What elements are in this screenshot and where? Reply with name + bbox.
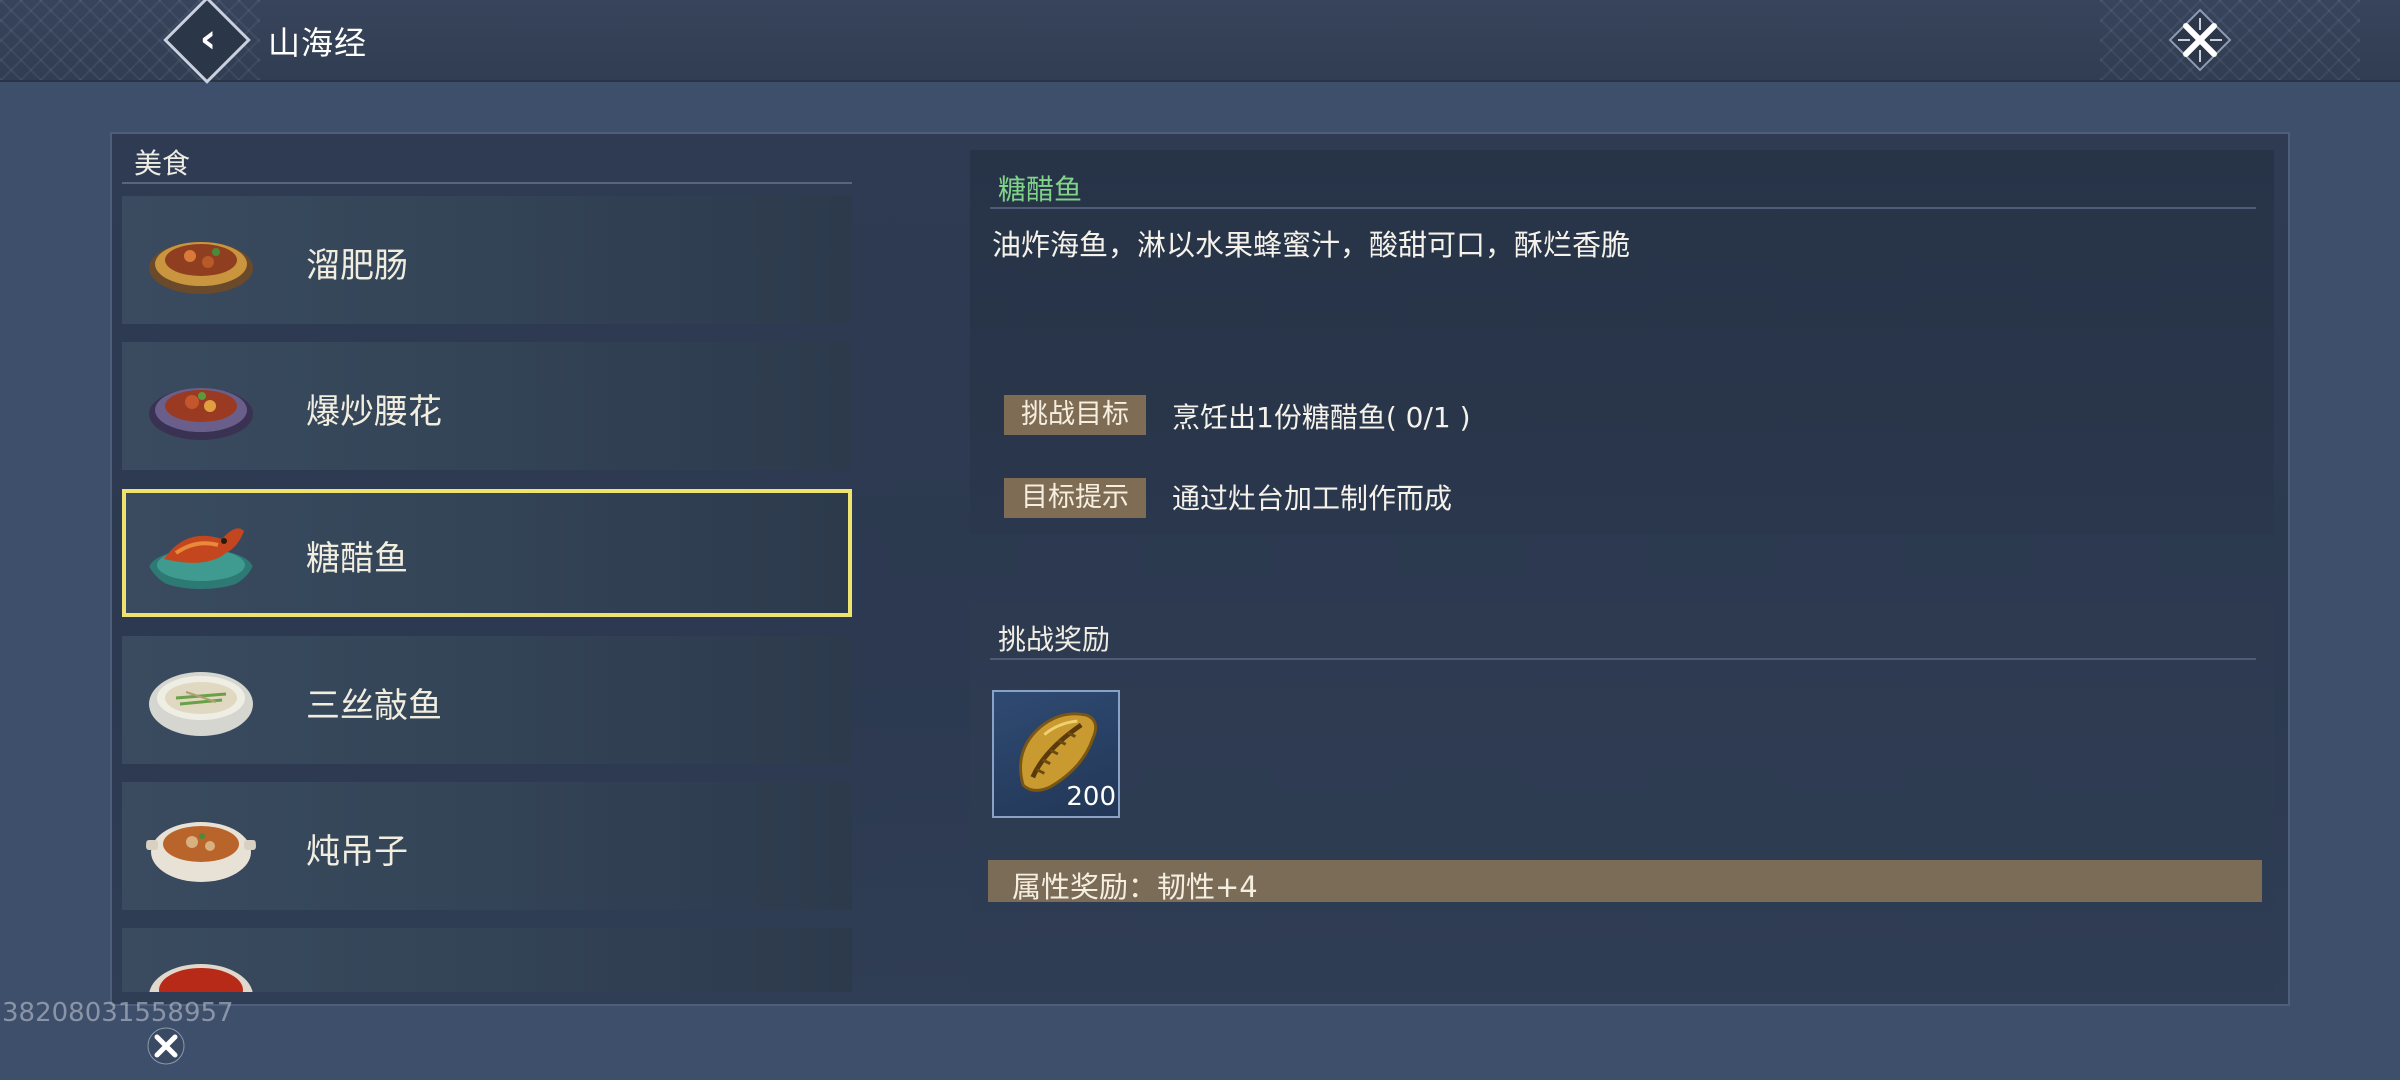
list-item[interactable]: 溜肥肠 [122,196,852,324]
watermark: 38208031558957 [2,998,234,1028]
dish-name: 炖吊子 [306,832,408,872]
reward-panel [970,602,2274,992]
list-item[interactable]: 炖吊子 [122,782,852,910]
divider [990,207,2256,209]
page-title: 山海经 [268,24,368,62]
goal-value: 烹饪出1份糖醋鱼( 0/1 ) [1172,401,1471,434]
dish-name: 三丝敲鱼 [306,686,442,726]
dish-stew-icon [146,822,256,882]
dish-sausage-icon [149,242,253,294]
dish-soup-icon [149,672,253,736]
detail-title: 糖醋鱼 [998,173,1083,206]
hint-value: 通过灶台加工制作而成 [1172,482,1453,515]
dish-name: 糖醋鱼 [306,539,408,579]
reward-title: 挑战奖励 [998,623,1111,656]
list-item[interactable]: 糖醋鱼 [122,489,852,617]
dish-fish-icon [149,528,253,589]
hint-tag: 目标提示 [1004,478,1146,518]
close-icon[interactable] [2168,8,2232,72]
detail-description: 油炸海鱼，淋以水果蜂蜜汁，酸甜可口，酥烂香脆 [992,228,1631,262]
divider [122,182,852,184]
list-item[interactable] [122,928,852,992]
dish-name: 爆炒腰花 [306,392,442,432]
back-arrow-icon: ‹ [199,16,217,62]
dish-name: 溜肥肠 [306,246,408,286]
list-item[interactable]: 三丝敲鱼 [122,636,852,764]
close-icon[interactable] [146,1026,186,1066]
divider [990,658,2256,660]
reward-quantity: 200 [1066,782,1116,812]
category-title: 美食 [134,147,191,180]
dish-spicy-icon [149,964,253,992]
attribute-reward: 属性奖励：韧性+4 [1012,870,1258,904]
dish-kidney-icon [149,388,253,440]
list-item[interactable]: 爆炒腰花 [122,342,852,470]
goal-tag: 挑战目标 [1004,395,1146,435]
